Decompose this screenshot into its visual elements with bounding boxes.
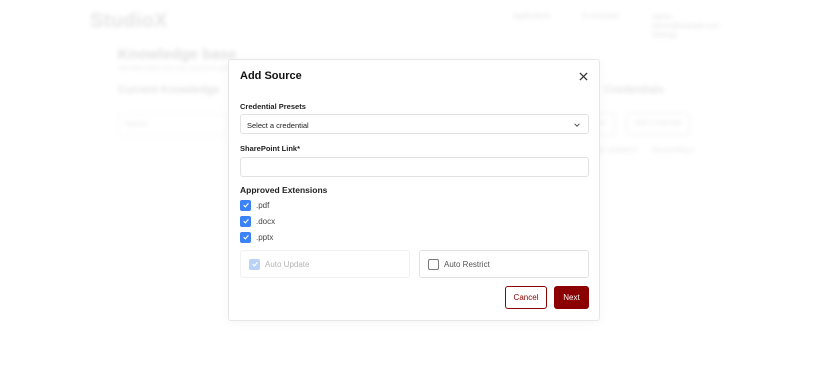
- search-input[interactable]: Search: [118, 114, 228, 136]
- auto-update-checkbox: [249, 258, 260, 270]
- add-credential-button[interactable]: Add Credential: [626, 113, 691, 135]
- auto-restrict-option[interactable]: Auto Restrict: [419, 250, 589, 278]
- extension-label: .pdf: [256, 200, 270, 210]
- auto-update-label: Auto Update: [265, 259, 310, 269]
- section-credentials: Credentials: [604, 84, 664, 96]
- page-title: Knowledge base: [118, 46, 237, 63]
- section-current-knowledge: Current Knowledge: [118, 84, 220, 96]
- close-button[interactable]: [575, 68, 591, 84]
- auto-restrict-checkbox[interactable]: [428, 258, 439, 270]
- sharepoint-link-input[interactable]: [240, 157, 589, 177]
- auto-update-option: Auto Update: [240, 250, 410, 278]
- check-icon: [242, 234, 249, 240]
- dialog-title: Add Source: [240, 70, 302, 82]
- next-button[interactable]: Next: [554, 286, 589, 309]
- add-source-dialog: Add Source Credential Presets Select a c…: [228, 59, 600, 321]
- extension-label: .docx: [256, 216, 276, 226]
- filter-sort[interactable]: Descending ▾: [652, 146, 694, 154]
- extension-pdf-checkbox[interactable]: .pdf: [240, 199, 269, 211]
- user-settings: Settings: [652, 32, 678, 39]
- credential-select-value: Select a credential: [247, 121, 309, 130]
- check-icon: [242, 202, 249, 208]
- credential-presets-label: Credential Presets: [240, 102, 306, 111]
- sharepoint-link-label: SharePoint Link*: [240, 144, 301, 153]
- nav-item-ai-assistant[interactable]: AI Assistant: [582, 13, 619, 20]
- checkbox-checked[interactable]: [240, 231, 251, 243]
- auto-restrict-label: Auto Restrict: [444, 259, 490, 269]
- chevron-down-icon: [574, 123, 580, 127]
- user-name: Admin: [652, 14, 672, 21]
- user-menu[interactable]: Admin admin@example.com Settings: [652, 13, 720, 40]
- extension-label: .pptx: [256, 232, 274, 242]
- extension-docx-checkbox[interactable]: .docx: [240, 215, 275, 227]
- nav-item-applications[interactable]: Applications: [513, 13, 551, 20]
- approved-extensions-title: Approved Extensions: [240, 185, 328, 195]
- app-logo: StudioX: [90, 10, 168, 32]
- close-icon: [578, 71, 588, 81]
- cancel-button[interactable]: Cancel: [505, 286, 547, 309]
- check-icon: [242, 218, 249, 224]
- credential-select[interactable]: Select a credential: [240, 114, 589, 134]
- checkbox-checked[interactable]: [240, 199, 251, 211]
- extension-pptx-checkbox[interactable]: .pptx: [240, 231, 273, 243]
- user-email: admin@example.com: [652, 23, 720, 30]
- checkbox-checked[interactable]: [240, 215, 251, 227]
- check-icon: [251, 261, 258, 267]
